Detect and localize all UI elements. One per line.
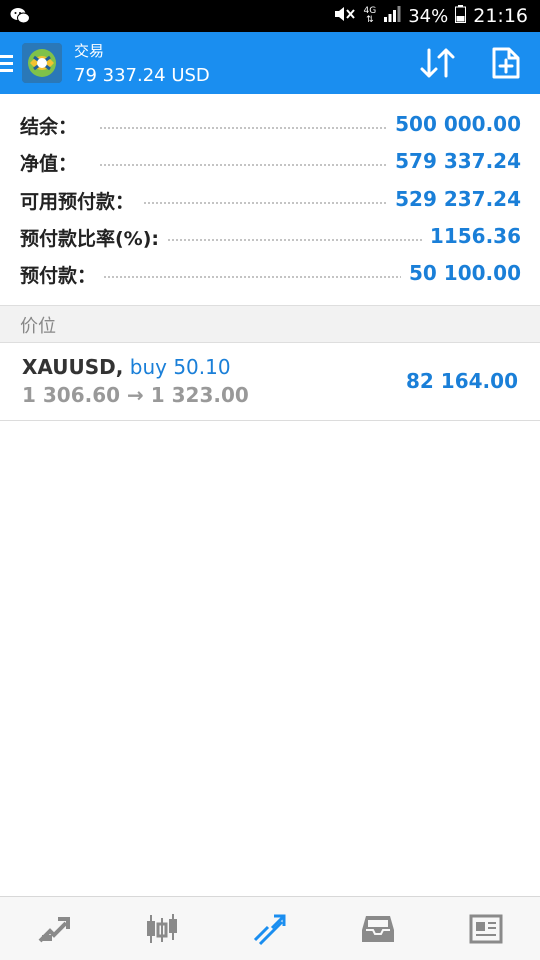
- summary-value: 529 237.24: [387, 187, 521, 211]
- position-type-volume: buy 50.10: [129, 355, 231, 379]
- summary-label: 可用预付款：: [20, 187, 143, 214]
- position-row[interactable]: XAUUSD, buy 50.10 1 306.60 → 1 323.00 82…: [0, 343, 540, 421]
- sort-arrows-icon: [420, 48, 455, 78]
- summary-row-margin-level: 预付款比率(%): 1156.36: [0, 218, 540, 255]
- battery-icon: [455, 4, 467, 28]
- clock: 21:16: [473, 5, 528, 27]
- position-header: XAUUSD, buy 50.10: [22, 355, 231, 379]
- sort-button[interactable]: [418, 46, 458, 80]
- summary-label: 预付款比率(%):: [20, 224, 168, 251]
- screen-title: 交易: [74, 42, 105, 60]
- bottom-navigation: [0, 896, 540, 960]
- nav-quotes[interactable]: [0, 897, 108, 960]
- summary-label: 净值：: [20, 149, 86, 176]
- section-title: 价位: [20, 316, 56, 337]
- position-prices: 1 306.60 → 1 323.00: [22, 383, 249, 407]
- leader-dots: [100, 164, 430, 166]
- nav-chart[interactable]: [108, 897, 216, 960]
- position-separator: ,: [115, 355, 124, 379]
- summary-value: 579 337.24: [387, 149, 521, 173]
- mute-icon: [333, 5, 357, 28]
- summary-label: 预付款：: [20, 261, 105, 288]
- leader-dots: [100, 202, 430, 204]
- summary-value: 1156.36: [421, 224, 521, 248]
- app-logo[interactable]: [22, 43, 62, 83]
- summary-label: 结余：: [20, 112, 86, 139]
- account-balance-line: 79 337.24 USD: [74, 65, 210, 86]
- signal-icon: [383, 5, 401, 27]
- summary-row-equity: 净值： 579 337.24: [0, 143, 540, 180]
- network-type-icon: 4G ⇅: [363, 6, 377, 25]
- quotes-icon: [38, 916, 70, 942]
- chart-candles-icon: [147, 913, 177, 943]
- summary-value: 50 100.00: [401, 261, 521, 285]
- summary-row-balance: 结余： 500 000.00: [0, 106, 540, 143]
- position-profit: 82 164.00: [406, 369, 518, 393]
- news-icon: [469, 914, 503, 943]
- summary-row-margin: 预付款： 50 100.00: [0, 255, 540, 292]
- summary-row-free-margin: 可用预付款： 529 237.24: [0, 181, 540, 218]
- section-header-positions: 价位: [0, 305, 540, 343]
- summary-value: 500 000.00: [387, 112, 521, 136]
- history-inbox-icon: [362, 915, 394, 942]
- new-document-icon: [492, 47, 520, 79]
- leader-dots: [100, 276, 430, 278]
- menu-icon[interactable]: [0, 53, 14, 73]
- wechat-notification-icon: [10, 7, 30, 29]
- nav-history[interactable]: [324, 897, 432, 960]
- new-order-button[interactable]: [490, 46, 522, 80]
- account-summary: 结余： 500 000.00 净值： 579 337.24 可用预付款： 529…: [0, 94, 540, 305]
- nav-trade[interactable]: [216, 897, 324, 960]
- trade-icon: [253, 914, 286, 945]
- battery-percent: 34%: [408, 5, 449, 27]
- leader-dots: [100, 127, 430, 129]
- status-bar: 4G ⇅ 34% 21:16: [0, 0, 540, 32]
- app-bar: 交易 79 337.24 USD: [0, 32, 540, 94]
- nav-news[interactable]: [432, 897, 540, 960]
- position-symbol: XAUUSD: [22, 355, 116, 379]
